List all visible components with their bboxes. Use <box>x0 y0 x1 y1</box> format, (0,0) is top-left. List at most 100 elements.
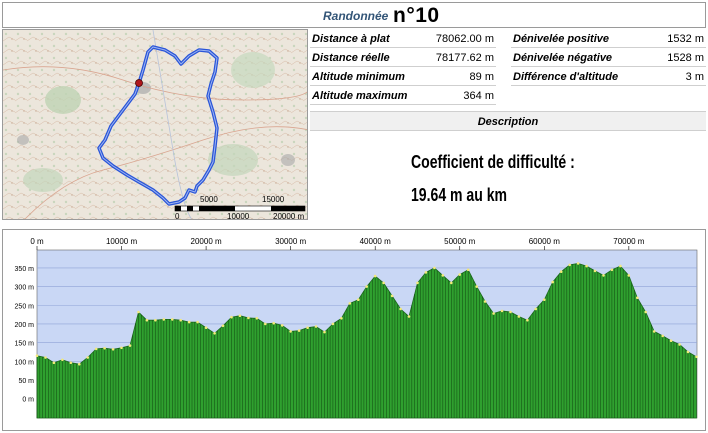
elevation-point <box>644 310 647 314</box>
stat-label: Différence d'altitude <box>513 71 619 83</box>
difficulty-value: 19.64 m au km <box>411 185 508 205</box>
elevation-point <box>695 355 698 359</box>
elevation-point <box>517 315 521 318</box>
elevation-point <box>314 325 318 328</box>
elevation-point <box>593 269 597 273</box>
elevation-point <box>458 273 462 276</box>
elevation-point <box>466 268 470 272</box>
scale-label: 15000 <box>262 195 285 204</box>
stat-row-altitude-min: Altitude minimum 89 m <box>310 68 496 86</box>
elevation-point <box>382 281 385 285</box>
elevation-point <box>526 318 529 322</box>
elevation-point <box>137 310 140 314</box>
y-tick-label: 100 m <box>15 359 35 366</box>
elevation-point <box>492 312 495 315</box>
x-tick-label: 60000 m <box>529 237 560 246</box>
map-town <box>17 135 29 145</box>
elevation-point <box>289 330 292 333</box>
elevation-point <box>559 270 563 273</box>
x-tick-label: 40000 m <box>360 237 391 246</box>
x-tick-label: 50000 m <box>444 237 475 246</box>
elevation-point <box>669 339 673 342</box>
elevation-point <box>390 294 394 298</box>
elevation-point <box>120 346 123 350</box>
scale-label: 5000 <box>200 195 218 204</box>
elevation-point <box>399 307 402 311</box>
scale-label: 10000 <box>227 212 250 220</box>
elevation-point <box>103 346 106 350</box>
x-tick-label: 30000 m <box>275 237 306 246</box>
elevation-point <box>238 314 242 317</box>
y-tick-label: 300 m <box>15 285 35 292</box>
stat-value: 89 m <box>469 71 494 83</box>
elevation-profile[interactable]: 0 m 10000 m 20000 m 30000 m 40000 m 50000 m 60… <box>2 229 706 431</box>
y-tick-label: 250 m <box>15 303 35 310</box>
elevation-point <box>213 332 216 335</box>
map-forest-patch <box>231 52 275 88</box>
stat-label: Dénivelée négative <box>513 52 613 64</box>
elevation-point <box>44 356 47 359</box>
elevation-point <box>35 354 39 357</box>
stat-label: Distance réelle <box>312 52 390 64</box>
elevation-point <box>365 285 369 288</box>
elevation-point <box>86 356 89 359</box>
route-map[interactable]: 0 5000 10000 15000 20000 m <box>2 29 308 220</box>
elevation-point <box>255 317 259 320</box>
stat-label: Distance à plat <box>312 33 390 45</box>
map-canvas: 0 5000 10000 15000 20000 m <box>3 30 307 220</box>
page-title-label: Randonnée <box>323 9 389 23</box>
elevation-point <box>610 268 614 272</box>
map-town <box>281 154 295 166</box>
scale-label: 0 <box>175 212 180 220</box>
stat-value: 78177.62 m <box>435 52 494 64</box>
elevation-point <box>196 320 199 324</box>
map-forest-patch <box>23 168 63 192</box>
elevation-point <box>441 274 445 277</box>
elevation-point <box>52 361 56 364</box>
elevation-point <box>450 281 453 285</box>
y-tick-label: 200 m <box>15 322 35 329</box>
stat-value: 78062.00 m <box>435 33 494 45</box>
elevation-point <box>576 262 580 265</box>
elevation-point <box>94 347 98 351</box>
stat-row-distance-flat: Distance à plat 78062.00 m <box>310 30 496 48</box>
elevation-point <box>652 330 656 333</box>
stat-value: 1528 m <box>667 52 704 64</box>
elevation-point <box>187 320 191 324</box>
elevation-point <box>636 296 639 300</box>
elevation-point <box>483 300 487 303</box>
elevation-point <box>323 330 326 334</box>
description-title: Description <box>477 116 539 128</box>
elevation-point <box>247 316 250 320</box>
y-tick-label: 350 m <box>15 266 35 273</box>
elevation-point <box>416 281 419 285</box>
stat-row-elevation-loss: Dénivelée négative 1528 m <box>511 49 706 67</box>
elevation-point <box>433 266 436 270</box>
elevation-point <box>111 348 115 351</box>
stat-row-altitude-max: Altitude maximum 364 m <box>310 87 496 105</box>
elevation-point <box>297 329 301 332</box>
stat-value: 1532 m <box>667 33 704 45</box>
elevation-point <box>61 358 64 362</box>
stat-value: 364 m <box>463 90 494 102</box>
elevation-point <box>280 324 284 327</box>
elevation-point <box>128 344 132 347</box>
elevation-point <box>602 274 605 277</box>
elevation-point <box>204 326 208 329</box>
elevation-point <box>162 318 166 321</box>
elevation-point <box>69 361 73 364</box>
elevation-point <box>230 315 233 319</box>
y-tick-label: 150 m <box>15 341 35 348</box>
start-marker-icon[interactable] <box>135 79 143 87</box>
stat-label: Dénivelée positive <box>513 33 609 45</box>
stat-row-altitude-diff: Différence d'altitude 3 m <box>511 68 706 86</box>
elevation-point <box>78 362 81 366</box>
elevation-point <box>331 322 335 326</box>
description-header: Description <box>310 111 706 131</box>
elevation-point <box>475 285 479 288</box>
elevation-point <box>264 322 267 326</box>
elevation-point <box>568 263 571 267</box>
elevation-point <box>272 321 276 325</box>
stat-label: Altitude minimum <box>312 71 405 83</box>
elevation-point <box>348 302 352 305</box>
